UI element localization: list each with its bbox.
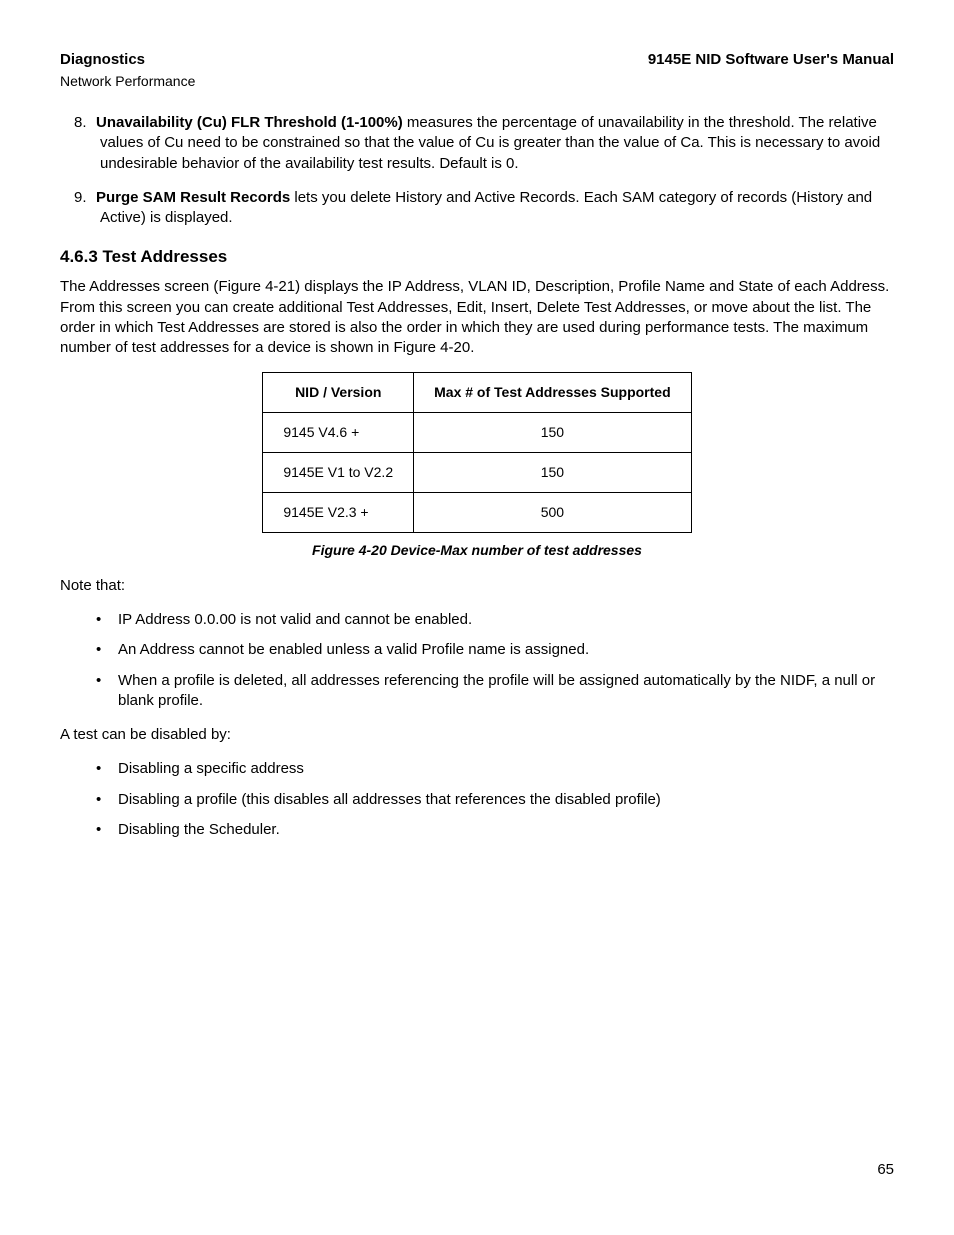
list-item: IP Address 0.0.00 is not valid and canno…	[118, 610, 894, 630]
header-right: 9145E NID Software User's Manual	[648, 50, 894, 70]
list-bold: Purge SAM Result Records	[96, 189, 290, 206]
table-cell: 9145E V1 to V2.2	[263, 453, 414, 493]
figure-caption: Figure 4-20 Device-Max number of test ad…	[60, 541, 894, 560]
table-cell: 9145 V4.6 +	[263, 413, 414, 453]
device-table: NID / Version Max # of Test Addresses Su…	[262, 372, 691, 533]
list-item: Disabling the Scheduler.	[118, 820, 894, 840]
list-number: 9.	[74, 188, 96, 208]
table-row: 9145 V4.6 + 150	[263, 413, 691, 453]
notes-list: IP Address 0.0.00 is not valid and canno…	[60, 610, 894, 711]
table-row: 9145E V1 to V2.2 150	[263, 453, 691, 493]
table-cell: 150	[414, 453, 692, 493]
header-left: Diagnostics	[60, 50, 145, 70]
table-row: 9145E V2.3 + 500	[263, 493, 691, 533]
list-item: 9.Purge SAM Result Records lets you dele…	[100, 188, 894, 229]
numbered-list: 8.Unavailability (Cu) FLR Threshold (1-1…	[60, 113, 894, 228]
note-intro: Note that:	[60, 576, 894, 596]
list-item: Disabling a specific address	[118, 759, 894, 779]
header-sub: Network Performance	[60, 72, 894, 91]
table-cell: 150	[414, 413, 692, 453]
list-item: Disabling a profile (this disables all a…	[118, 790, 894, 810]
disable-list: Disabling a specific address Disabling a…	[60, 759, 894, 840]
disable-intro: A test can be disabled by:	[60, 725, 894, 745]
table-cell: 500	[414, 493, 692, 533]
table-header: Max # of Test Addresses Supported	[414, 373, 692, 413]
section-paragraph: The Addresses screen (Figure 4-21) displ…	[60, 277, 894, 358]
page-number: 65	[60, 1160, 894, 1180]
list-item: 8.Unavailability (Cu) FLR Threshold (1-1…	[100, 113, 894, 174]
page-header: Diagnostics 9145E NID Software User's Ma…	[60, 50, 894, 70]
section-heading: 4.6.3 Test Addresses	[60, 246, 894, 269]
list-bold: Unavailability (Cu) FLR Threshold (1-100…	[96, 114, 403, 131]
list-number: 8.	[74, 113, 96, 133]
list-item: An Address cannot be enabled unless a va…	[118, 640, 894, 660]
table-header: NID / Version	[263, 373, 414, 413]
list-item: When a profile is deleted, all addresses…	[118, 671, 894, 712]
table-cell: 9145E V2.3 +	[263, 493, 414, 533]
